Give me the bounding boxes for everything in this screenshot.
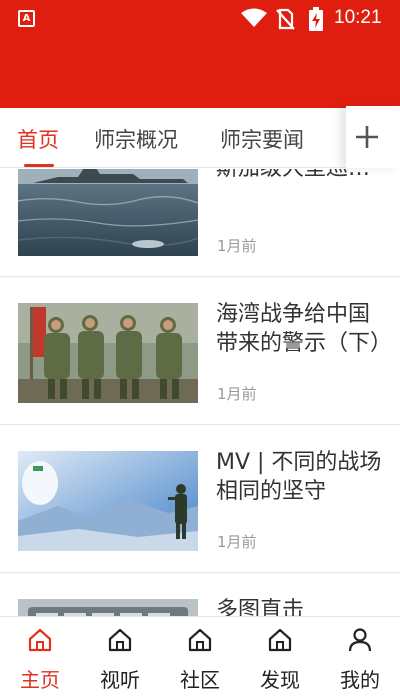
home-icon xyxy=(268,628,292,652)
nav-media[interactable]: 视听 xyxy=(80,617,160,700)
home-icon xyxy=(108,628,132,652)
nav-home[interactable]: 主页 xyxy=(0,617,80,700)
active-tab-indicator xyxy=(24,164,54,167)
news-item[interactable]: 多图直击 xyxy=(0,573,400,616)
news-thumbnail xyxy=(18,303,198,403)
news-thumbnail xyxy=(18,599,198,616)
nav-label: 社区 xyxy=(180,668,220,692)
nav-label: 我的 xyxy=(340,668,380,692)
news-title[interactable]: MV | 不同的战场相同的坚守 xyxy=(216,448,384,506)
news-time: 1月前 xyxy=(217,237,257,255)
news-time: 1月前 xyxy=(217,385,257,403)
home-icon xyxy=(188,628,212,652)
user-icon xyxy=(348,628,372,652)
news-thumbnail xyxy=(18,451,198,551)
home-icon xyxy=(28,628,52,652)
no-sim-icon xyxy=(276,8,295,30)
plus-icon xyxy=(356,126,378,148)
add-channel-button[interactable] xyxy=(346,106,400,168)
nav-profile[interactable]: 我的 xyxy=(320,617,400,700)
news-item[interactable]: 海湾战争给中国带来的警示（下） 1月前 xyxy=(0,277,400,425)
news-item[interactable]: MV | 不同的战场相同的坚守 1月前 xyxy=(0,425,400,573)
nav-label: 发现 xyxy=(260,668,300,692)
news-time: 1月前 xyxy=(217,533,257,551)
wifi-icon xyxy=(241,8,267,27)
status-bar: A 10:21 xyxy=(0,0,400,36)
news-title[interactable]: 食之无味一阿拉斯加级大型巡洋舰 xyxy=(216,169,384,183)
battery-charging-icon xyxy=(309,7,323,31)
news-item[interactable]: 食之无味一阿拉斯加级大型巡洋舰 1月前 xyxy=(0,169,400,277)
news-thumbnail xyxy=(18,169,198,256)
nav-discover[interactable]: 发现 xyxy=(240,617,320,700)
channel-tab-bar: 首页 师宗概况 师宗要闻 xyxy=(0,108,400,168)
nav-label: 主页 xyxy=(20,668,60,692)
app-notification-icon: A xyxy=(18,10,35,27)
nav-community[interactable]: 社区 xyxy=(160,617,240,700)
tab-news[interactable]: 师宗要闻 xyxy=(220,124,304,154)
news-title[interactable]: 多图直击 xyxy=(216,596,384,616)
nav-label: 视听 xyxy=(100,668,140,692)
news-feed[interactable]: 食之无味一阿拉斯加级大型巡洋舰 1月前 xyxy=(0,169,400,616)
tab-overview[interactable]: 师宗概况 xyxy=(94,124,178,154)
tab-home[interactable]: 首页 xyxy=(17,124,59,154)
news-title[interactable]: 海湾战争给中国带来的警示（下） xyxy=(216,300,384,358)
bottom-navigation: 主页 视听 社区 发现 我的 xyxy=(0,616,400,700)
status-time: 10:21 xyxy=(334,7,382,28)
